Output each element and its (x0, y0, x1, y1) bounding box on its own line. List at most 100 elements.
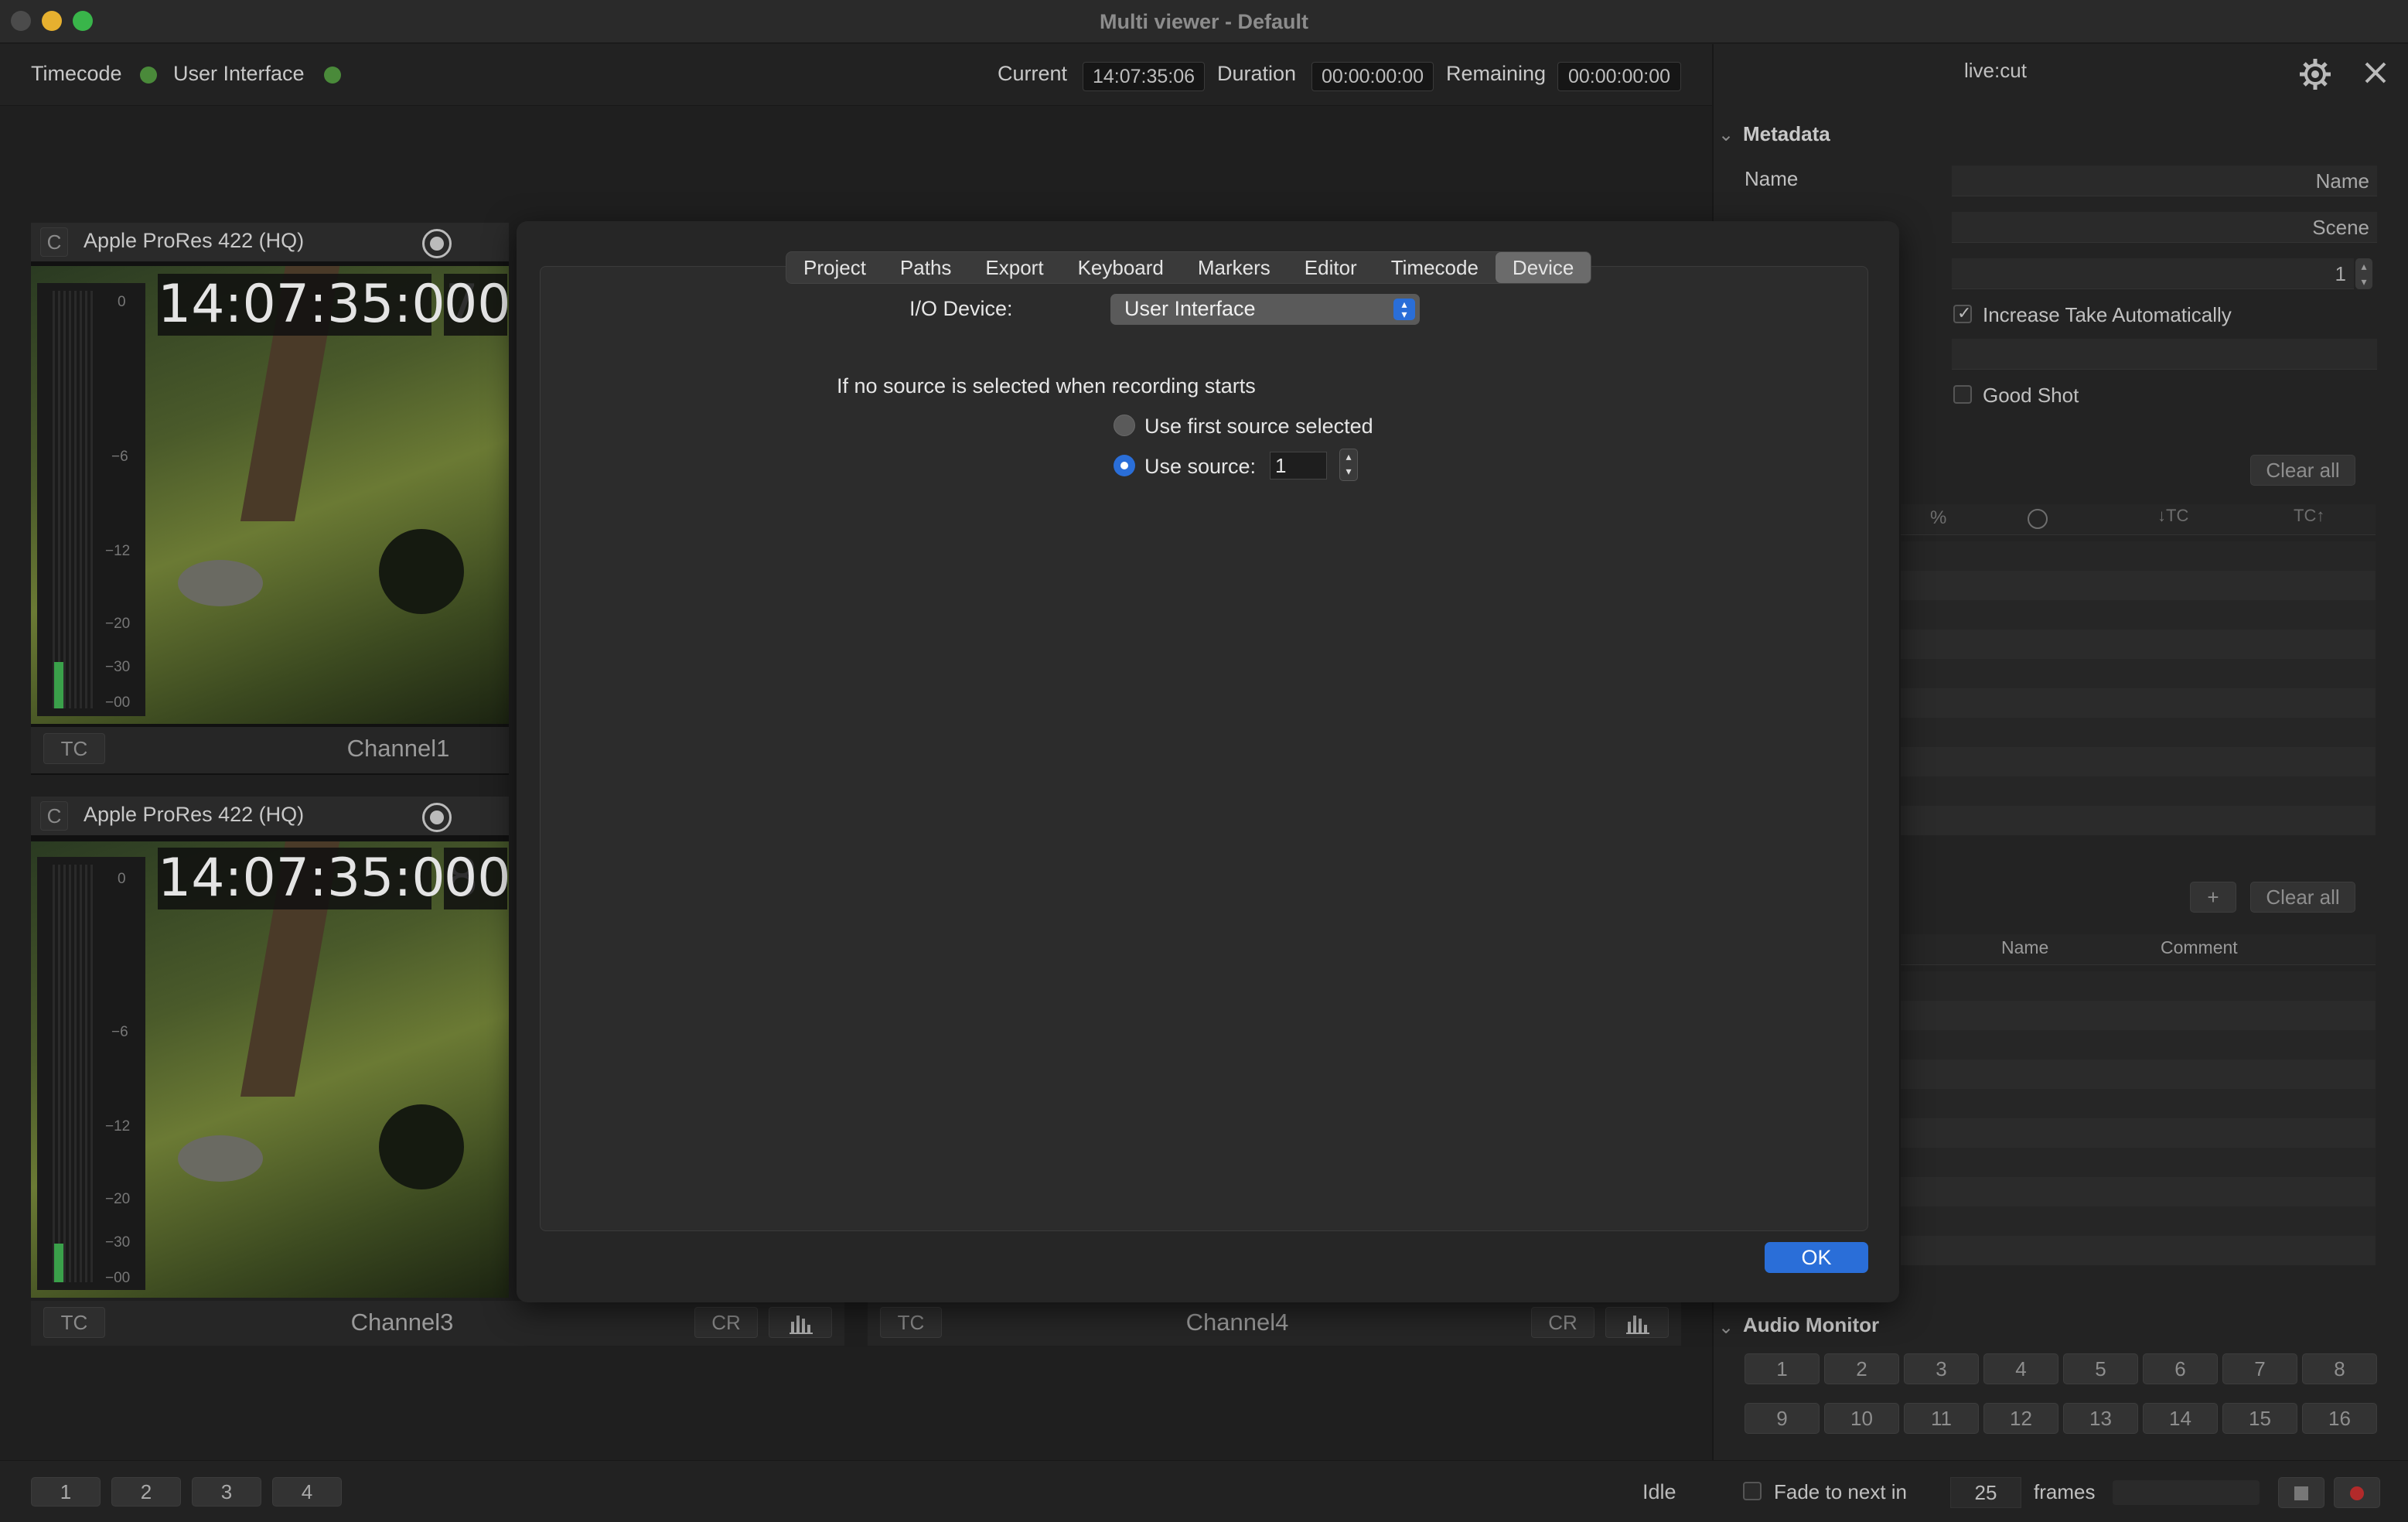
audio-channel-button[interactable]: 7 (2222, 1353, 2297, 1384)
clear-all-markers-button[interactable]: Clear all (2250, 455, 2355, 486)
audio-channel-button[interactable]: 15 (2222, 1403, 2297, 1434)
fade-frames-input[interactable]: 25 (1950, 1477, 2021, 1508)
table-row[interactable] (1901, 1206, 2376, 1236)
table-row[interactable] (1901, 1177, 2376, 1206)
page-button-3[interactable]: 3 (192, 1477, 261, 1507)
record-icon[interactable] (422, 229, 452, 258)
tab-keyboard[interactable]: Keyboard (1061, 252, 1181, 283)
table-row[interactable] (1901, 571, 2376, 600)
duration-label: Duration (1217, 62, 1297, 85)
audio-channel-button[interactable]: 4 (1983, 1353, 2058, 1384)
chevron-down-icon[interactable]: ⌄ (1718, 1316, 1734, 1339)
page-button-1[interactable]: 1 (31, 1477, 101, 1507)
col-tc-in: ↓TC (2157, 506, 2189, 525)
name-input[interactable]: Name (1952, 166, 2377, 196)
audio-channel-button[interactable]: 16 (2302, 1403, 2377, 1434)
tab-device[interactable]: Device (1495, 252, 1591, 283)
col-tc-out: TC↑ (2294, 506, 2325, 525)
tab-timecode[interactable]: Timecode (1374, 252, 1496, 283)
table-row[interactable] (1901, 1148, 2376, 1177)
meter-tick: −20 (105, 1191, 131, 1207)
audio-channel-button[interactable]: 2 (1824, 1353, 1899, 1384)
table-row[interactable] (1901, 718, 2376, 747)
app-name: live:cut (1964, 59, 2027, 82)
add-comment-button[interactable]: + (2190, 882, 2236, 913)
bar-chart-icon[interactable] (1605, 1307, 1669, 1338)
panel-1-timecode: 14:07:35:07 (158, 274, 479, 336)
radio-first-source[interactable] (1114, 415, 1135, 436)
panel-4-cr-button[interactable]: CR (1531, 1307, 1595, 1338)
fade-checkbox[interactable] (1743, 1482, 1762, 1500)
table-row[interactable] (1901, 776, 2376, 806)
table-row[interactable] (1901, 541, 2376, 571)
ok-button[interactable]: OK (1765, 1242, 1868, 1273)
io-device-select[interactable]: User Interface ▴ ▾ (1110, 294, 1420, 325)
gear-icon[interactable] (2298, 57, 2332, 91)
panel-3-cr-button[interactable]: CR (694, 1307, 758, 1338)
chevron-down-icon[interactable]: ⌄ (1718, 124, 1734, 146)
audio-channel-button[interactable]: 1 (1745, 1353, 1820, 1384)
table-row[interactable] (1901, 1030, 2376, 1060)
tab-markers[interactable]: Markers (1181, 252, 1288, 283)
audio-channel-button[interactable]: 11 (1904, 1403, 1979, 1434)
table-row[interactable] (1901, 600, 2376, 630)
audio-channels-row-1: 1 2 3 4 5 6 7 8 (1745, 1353, 2377, 1384)
radio-use-source[interactable] (1114, 455, 1135, 476)
tab-paths[interactable]: Paths (883, 252, 969, 283)
page-button-4[interactable]: 4 (272, 1477, 342, 1507)
audio-monitor-header[interactable]: Audio Monitor (1743, 1313, 1879, 1337)
table-row[interactable] (1901, 688, 2376, 718)
source-number-input[interactable]: 1 (1270, 452, 1327, 479)
audio-channel-button[interactable]: 9 (1745, 1403, 1820, 1434)
table-row[interactable] (1901, 971, 2376, 1001)
panel-3-tc-button[interactable]: TC (43, 1307, 105, 1338)
audio-channel-button[interactable]: 14 (2143, 1403, 2218, 1434)
meter-tick: −20 (105, 616, 131, 632)
table-row[interactable] (1901, 659, 2376, 688)
audio-channel-button[interactable]: 6 (2143, 1353, 2218, 1384)
close-icon[interactable] (2362, 59, 2389, 87)
audio-channel-button[interactable]: 8 (2302, 1353, 2377, 1384)
source-stepper[interactable]: ▴ ▾ (1339, 449, 1358, 481)
panel-3-badge[interactable]: C (40, 801, 68, 831)
panel-1-channel: Channel1 (346, 735, 450, 762)
meter-tick: 0 (118, 871, 126, 887)
audio-channel-button[interactable]: 5 (2063, 1353, 2138, 1384)
bar-chart-icon[interactable] (769, 1307, 832, 1338)
tab-editor[interactable]: Editor (1288, 252, 1374, 283)
current-timecode: 14:07:35:06 (1083, 62, 1205, 91)
take-input[interactable]: 1 (1952, 258, 2354, 289)
audio-channel-button[interactable]: 12 (1983, 1403, 2058, 1434)
good-shot-checkbox[interactable] (1953, 385, 1972, 404)
table-row[interactable] (1901, 1060, 2376, 1089)
table-row[interactable] (1901, 1118, 2376, 1148)
table-row[interactable] (1901, 1236, 2376, 1265)
take-stepper[interactable]: ▴ ▾ (2355, 258, 2372, 289)
audio-channel-button[interactable]: 10 (1824, 1403, 1899, 1434)
meter-tick: −6 (111, 449, 128, 465)
meter-tick: 0 (118, 294, 126, 310)
panel-1-tc-button[interactable]: TC (43, 733, 105, 764)
table-row[interactable] (1901, 1001, 2376, 1030)
table-row[interactable] (1901, 630, 2376, 659)
audio-channel-button[interactable]: 13 (2063, 1403, 2138, 1434)
page-button-2[interactable]: 2 (111, 1477, 181, 1507)
table-row[interactable] (1901, 747, 2376, 776)
scene-input[interactable]: Scene (1952, 212, 2377, 243)
increase-take-checkbox[interactable]: ✓ (1953, 303, 1972, 323)
meter-tick: −6 (111, 1024, 128, 1040)
tab-project[interactable]: Project (786, 252, 883, 283)
tab-export[interactable]: Export (968, 252, 1060, 283)
ui-status-label: User Interface (173, 62, 305, 85)
audio-channel-button[interactable]: 3 (1904, 1353, 1979, 1384)
table-row[interactable] (1901, 1089, 2376, 1118)
stop-button[interactable] (2278, 1477, 2324, 1508)
table-row[interactable] (1901, 806, 2376, 835)
record-icon[interactable] (422, 803, 452, 832)
clear-all-comments-button[interactable]: Clear all (2250, 882, 2355, 913)
panel-1-badge[interactable]: C (40, 227, 68, 257)
notes-input[interactable] (1952, 339, 2377, 370)
metadata-header[interactable]: Metadata (1743, 122, 1830, 146)
record-button[interactable] (2334, 1477, 2380, 1508)
panel-4-tc-button[interactable]: TC (880, 1307, 942, 1338)
